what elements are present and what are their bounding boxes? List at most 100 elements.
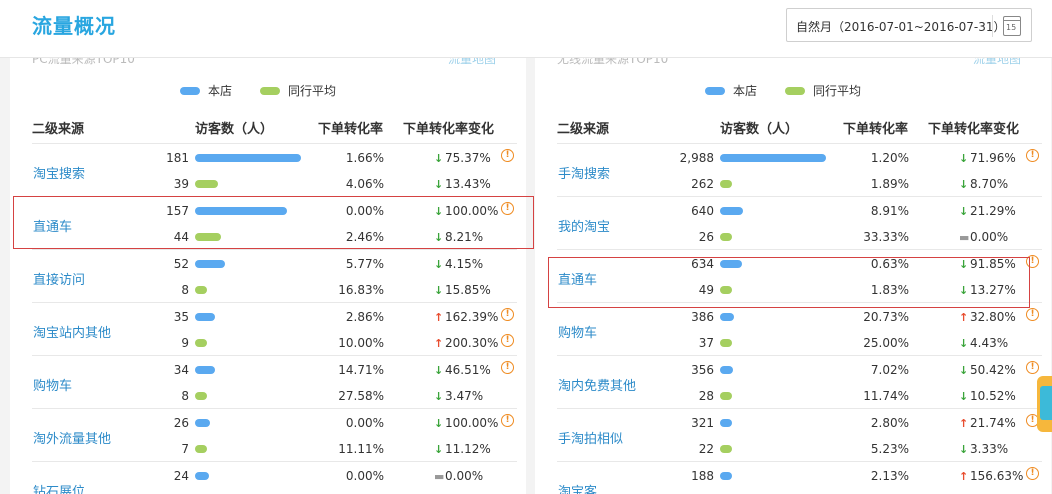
- change-value: 32.80%: [970, 310, 1016, 324]
- arrow-down-icon: ↓: [434, 151, 444, 165]
- legend-label: 同行平均: [813, 84, 862, 98]
- conversion-change: ↓ 8.70%: [959, 177, 1008, 191]
- conversion-change: ↓ 3.33%: [959, 442, 1008, 456]
- warning-icon[interactable]: !: [1026, 467, 1039, 480]
- store-row: 356 7.02% ↓ 50.42%!: [557, 357, 1042, 383]
- change-value: 3.33%: [970, 442, 1009, 456]
- column-header[interactable]: 下单转化率: [843, 118, 908, 137]
- change-value: 50.42%: [970, 363, 1016, 377]
- conversion-rate: 16.83%: [338, 283, 384, 297]
- store-row: 640 8.91% ↓ 21.29%: [557, 198, 1042, 224]
- peer-average-row: 37 25.00% ↓ 4.43%: [557, 330, 1042, 356]
- warning-icon[interactable]: !: [501, 414, 514, 427]
- peer-average-row: 8 27.58% ↓ 3.47%: [32, 383, 517, 409]
- traffic-map-link[interactable]: 流量地图: [448, 58, 496, 67]
- change-value: 3.47%: [445, 389, 484, 403]
- conversion-change: ↓ 11.12%: [434, 442, 491, 456]
- date-divider: [992, 15, 993, 37]
- warning-icon[interactable]: !: [1026, 149, 1039, 162]
- change-value: 75.37%: [445, 151, 491, 165]
- arrow-down-icon: ↓: [959, 151, 969, 165]
- peer-average-row: 26 33.33% ▬ 0.00%: [557, 224, 1042, 250]
- legend-item[interactable]: 本店: [705, 82, 757, 99]
- arrow-down-icon: ↓: [434, 363, 444, 377]
- peer-average-row: 28 11.74% ↓ 10.52%: [557, 383, 1042, 409]
- traffic-map-link[interactable]: 流量地图: [973, 58, 1021, 67]
- store-row: 188 2.13% ↑ 156.63%!: [557, 463, 1042, 489]
- change-value: 4.15%: [445, 257, 484, 271]
- conversion-rate: 25.00%: [863, 336, 909, 350]
- conversion-rate: 0.00%: [345, 416, 384, 430]
- conversion-change: ↑ 162.39%: [434, 310, 498, 324]
- arrow-up-icon: ↑: [434, 336, 444, 350]
- arrow-down-icon: ↓: [959, 177, 969, 191]
- date-range-picker[interactable]: 自然月（2016-07-01~2016-07-31） 15: [786, 8, 1032, 42]
- peer-visitor-bar: [195, 286, 207, 294]
- visitor-count: 262: [691, 177, 714, 191]
- conversion-change: ↑ 156.63%: [959, 469, 1023, 483]
- legend-label: 本店: [208, 84, 233, 98]
- visitor-count: 356: [691, 363, 714, 377]
- peer-average-row: 39 4.06% ↓ 13.43%: [32, 171, 517, 197]
- legend-swatch: [785, 86, 805, 95]
- conversion-rate: 5.23%: [870, 442, 909, 456]
- conversion-change: ↑ 200.30%: [434, 336, 498, 350]
- conversion-change: ↓ 50.42%: [959, 363, 1016, 377]
- conversion-rate: 11.11%: [338, 442, 384, 456]
- flat-dash-icon: ▬: [959, 230, 970, 244]
- visitor-count: 8: [181, 389, 189, 403]
- store-visitor-bar: [195, 313, 215, 321]
- warning-icon[interactable]: !: [501, 308, 514, 321]
- calendar-day: 15: [1006, 23, 1017, 32]
- legend-item[interactable]: 本店: [180, 82, 232, 99]
- store-visitor-bar: [195, 472, 209, 480]
- store-visitor-bar: [720, 313, 734, 321]
- side-badge-icon[interactable]: [1037, 376, 1052, 432]
- store-visitor-bar: [195, 154, 301, 162]
- conversion-rate: 0.00%: [345, 469, 384, 483]
- conversion-change: ↓ 21.29%: [959, 204, 1016, 218]
- column-header[interactable]: 下单转化率变化: [928, 118, 1019, 137]
- source-group: 直接访问 52 5.77% ↓ 4.15% 8 16.83% ↓ 15.85%: [32, 249, 517, 302]
- warning-icon[interactable]: !: [501, 334, 514, 347]
- warning-icon[interactable]: !: [1026, 308, 1039, 321]
- arrow-down-icon: ↓: [959, 363, 969, 377]
- calendar-icon[interactable]: 15: [1003, 16, 1021, 36]
- peer-average-row: 262 1.89% ↓ 8.70%: [557, 171, 1042, 197]
- conversion-rate: 2.13%: [870, 469, 909, 483]
- arrow-down-icon: ↓: [959, 204, 969, 218]
- page-header: 流量概况 自然月（2016-07-01~2016-07-31） 15: [0, 0, 1052, 58]
- warning-icon[interactable]: !: [501, 361, 514, 374]
- change-value: 8.70%: [970, 177, 1009, 191]
- arrow-down-icon: ↓: [959, 336, 969, 350]
- change-value: 21.29%: [970, 204, 1016, 218]
- source-group: 我的淘宝 640 8.91% ↓ 21.29% 26 33.33% ▬ 0.00%: [557, 196, 1042, 249]
- column-header[interactable]: 下单转化率: [318, 118, 383, 137]
- change-value: 10.52%: [970, 389, 1016, 403]
- visitor-count: 8: [181, 283, 189, 297]
- column-header[interactable]: 访客数（人）: [720, 118, 798, 137]
- peer-visitor-bar: [720, 445, 732, 453]
- visitor-count: 24: [173, 469, 189, 483]
- peer-visitor-bar: [720, 233, 732, 241]
- conversion-rate: 1.66%: [345, 151, 384, 165]
- store-row: 52 5.77% ↓ 4.15%: [32, 251, 517, 277]
- change-value: 162.39%: [445, 310, 499, 324]
- legend-item[interactable]: 同行平均: [260, 82, 336, 99]
- change-value: 100.00%: [445, 416, 499, 430]
- change-value: 13.43%: [445, 177, 491, 191]
- column-header[interactable]: 下单转化率变化: [403, 118, 494, 137]
- visitor-count: 37: [698, 336, 714, 350]
- warning-icon[interactable]: !: [501, 149, 514, 162]
- store-row: 26 0.00% ↓ 100.00%!: [32, 410, 517, 436]
- column-header[interactable]: 访客数（人）: [195, 118, 273, 137]
- change-value: 156.63%: [970, 469, 1024, 483]
- visitor-count: 181: [166, 151, 189, 165]
- legend-item[interactable]: 同行平均: [785, 82, 861, 99]
- peer-average-row: 22 5.23% ↓ 3.33%: [557, 436, 1042, 462]
- source-group: 淘宝站内其他 35 2.86% ↑ 162.39%! 9 10.00% ↑ 200.30%!: [32, 302, 517, 355]
- conversion-change: ↓ 46.51%: [434, 363, 491, 377]
- warning-icon[interactable]: !: [1026, 361, 1039, 374]
- date-range-text[interactable]: 自然月（2016-07-01~2016-07-31）: [796, 18, 1006, 35]
- store-visitor-bar: [720, 207, 743, 215]
